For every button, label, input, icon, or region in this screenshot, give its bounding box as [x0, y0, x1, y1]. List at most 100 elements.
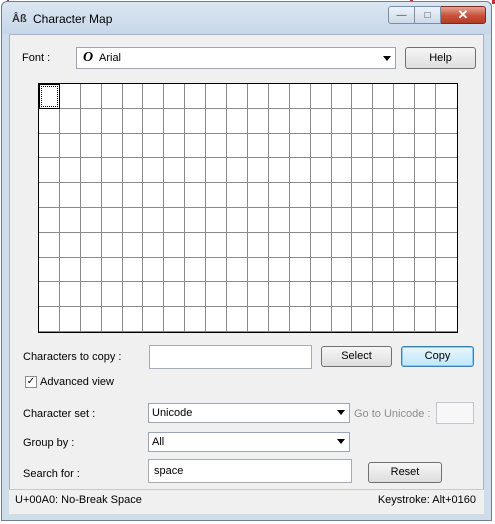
character-cell[interactable]	[227, 133, 248, 159]
character-cell[interactable]	[373, 84, 395, 109]
character-cell[interactable]	[436, 158, 457, 184]
character-cell[interactable]	[352, 133, 374, 159]
character-cell[interactable]	[310, 207, 332, 233]
maximize-button[interactable]: □	[415, 6, 441, 24]
character-cell[interactable]	[310, 108, 332, 134]
character-cell[interactable]	[331, 108, 353, 134]
character-cell[interactable]	[143, 183, 165, 208]
characters-to-copy-input[interactable]	[149, 345, 312, 369]
character-cell[interactable]	[415, 232, 437, 258]
character-cell[interactable]	[227, 84, 248, 109]
character-cell[interactable]	[247, 84, 269, 109]
character-cell[interactable]	[352, 307, 374, 332]
character-cell[interactable]	[394, 158, 416, 184]
character-cell[interactable]	[39, 84, 60, 109]
character-cell[interactable]	[122, 257, 144, 283]
character-cell[interactable]	[39, 257, 60, 283]
character-cell[interactable]	[310, 183, 332, 208]
character-cell[interactable]	[39, 282, 60, 308]
character-cell[interactable]	[310, 282, 332, 308]
character-cell[interactable]	[164, 133, 186, 159]
character-cell[interactable]	[415, 307, 437, 332]
character-set-select[interactable]: Unicode	[148, 403, 350, 423]
character-cell[interactable]	[59, 183, 81, 208]
character-cell[interactable]	[227, 207, 248, 233]
character-cell[interactable]	[436, 183, 457, 208]
character-cell[interactable]	[268, 133, 290, 159]
character-cell[interactable]	[394, 307, 416, 332]
character-cell[interactable]	[206, 108, 228, 134]
character-cell[interactable]	[39, 307, 60, 332]
character-cell[interactable]	[331, 207, 353, 233]
character-cell[interactable]	[394, 108, 416, 134]
character-cell[interactable]	[352, 183, 374, 208]
character-cell[interactable]	[164, 158, 186, 184]
character-cell[interactable]	[289, 232, 311, 258]
character-cell[interactable]	[185, 108, 207, 134]
character-cell[interactable]	[80, 207, 102, 233]
character-cell[interactable]	[436, 307, 457, 332]
character-cell[interactable]	[59, 232, 81, 258]
character-cell[interactable]	[39, 207, 60, 233]
character-cell[interactable]	[122, 158, 144, 184]
character-cell[interactable]	[185, 257, 207, 283]
character-cell[interactable]	[227, 282, 248, 308]
character-cell[interactable]	[206, 207, 228, 233]
character-cell[interactable]	[80, 108, 102, 134]
character-cell[interactable]	[268, 207, 290, 233]
character-cell[interactable]	[331, 183, 353, 208]
character-cell[interactable]	[394, 207, 416, 233]
character-cell[interactable]	[415, 84, 437, 109]
character-cell[interactable]	[101, 183, 123, 208]
character-cell[interactable]	[247, 108, 269, 134]
character-cell[interactable]	[394, 183, 416, 208]
character-cell[interactable]	[143, 158, 165, 184]
minimize-button[interactable]: —	[388, 6, 415, 24]
character-cell[interactable]	[59, 158, 81, 184]
character-cell[interactable]	[185, 158, 207, 184]
character-cell[interactable]	[164, 84, 186, 109]
character-cell[interactable]	[59, 108, 81, 134]
character-cell[interactable]	[143, 307, 165, 332]
character-cell[interactable]	[352, 232, 374, 258]
character-cell[interactable]	[310, 307, 332, 332]
character-cell[interactable]	[206, 158, 228, 184]
character-cell[interactable]	[373, 207, 395, 233]
character-cell[interactable]	[373, 158, 395, 184]
character-cell[interactable]	[59, 307, 81, 332]
character-cell[interactable]	[268, 84, 290, 109]
character-cell[interactable]	[59, 133, 81, 159]
character-cell[interactable]	[143, 133, 165, 159]
character-cell[interactable]	[164, 307, 186, 332]
character-cell[interactable]	[143, 257, 165, 283]
character-cell[interactable]	[206, 133, 228, 159]
character-cell[interactable]	[227, 232, 248, 258]
character-cell[interactable]	[206, 257, 228, 283]
character-cell[interactable]	[143, 232, 165, 258]
character-cell[interactable]	[59, 207, 81, 233]
character-cell[interactable]	[206, 232, 228, 258]
character-cell[interactable]	[143, 84, 165, 109]
character-cell[interactable]	[415, 207, 437, 233]
character-cell[interactable]	[331, 232, 353, 258]
character-cell[interactable]	[101, 133, 123, 159]
character-cell[interactable]	[164, 232, 186, 258]
character-cell[interactable]	[80, 158, 102, 184]
character-cell[interactable]	[310, 133, 332, 159]
character-cell[interactable]	[247, 307, 269, 332]
character-cell[interactable]	[164, 207, 186, 233]
character-cell[interactable]	[394, 282, 416, 308]
character-cell[interactable]	[101, 282, 123, 308]
character-cell[interactable]	[247, 158, 269, 184]
character-cell[interactable]	[101, 207, 123, 233]
character-cell[interactable]	[331, 133, 353, 159]
character-cell[interactable]	[436, 134, 457, 159]
character-cell[interactable]	[331, 282, 353, 308]
character-cell[interactable]	[122, 232, 144, 258]
character-cell[interactable]	[436, 109, 457, 134]
character-cell[interactable]	[122, 108, 144, 134]
character-cell[interactable]	[310, 158, 332, 184]
character-cell[interactable]	[415, 133, 437, 159]
character-cell[interactable]	[268, 232, 290, 258]
character-cell[interactable]	[80, 183, 102, 208]
